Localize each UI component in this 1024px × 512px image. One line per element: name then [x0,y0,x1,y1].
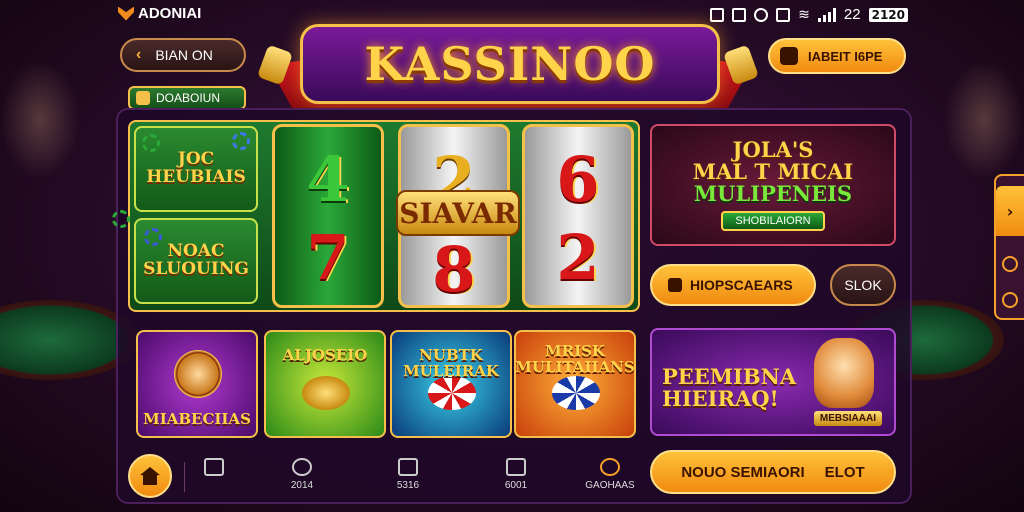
game-tile-4[interactable]: MRISK MULITAIIANS [514,330,636,438]
promo-bottom-tag: MEBSIAAAI [813,411,882,426]
category-chip-label: DOABOIUN [156,91,221,105]
gallery-icon [776,7,791,22]
side-game-label-1: JOC HEUBIAIS [146,149,246,187]
promo-top-line-1: JOLA'S [732,136,814,162]
promo-card-top[interactable]: JOLA'S MAL T MICAI MULIPENEIS SHOBILAIOR… [650,124,896,246]
game-tile-2[interactable]: ALJOSEIO [264,330,386,438]
promo-bottom-line-1: PEEMIBNA [662,364,797,389]
nav-item-5-label: GAOHAAS [585,480,635,491]
signal-icon [817,7,836,22]
reel-win-banner: SIAVAR [396,190,520,236]
document-icon [506,458,526,476]
notification-icon [732,7,747,22]
game-tile-2-label: ALJOSEIO [282,346,368,364]
sim-icon [710,7,725,22]
promo-header-label: IABEIT I6PE [808,48,883,64]
casino-chip-icon [112,210,130,228]
dog-mascot-icon [814,338,874,408]
reel-3: 6 2 [522,124,634,308]
home-button[interactable] [128,454,172,498]
promo-card-bottom[interactable]: PEEMIBNA HIEIRAQ! MEBSIAAAI [650,328,896,436]
red-chip-icon [428,376,476,410]
side-game-label-2: NOAC SLUOUING [143,241,249,279]
battery-indicator: 2120 [868,7,908,22]
clock-time: 22 [843,6,861,23]
chip-icon [136,91,150,105]
chat-bubble-icon [292,458,312,476]
chat-icon [204,458,224,476]
background-light-left [0,60,80,180]
new-slot-button-suffix: ELOT [824,463,865,481]
category-chip[interactable]: DOABOIUN [128,86,246,110]
back-button-label: BIAN ON [155,47,213,63]
promo-top-button[interactable]: SHOBILAIORN [721,211,825,232]
promotions-button[interactable]: HIOPSCAEARS [650,264,816,306]
promo-top-line-2: MAL T MICAI [692,158,854,184]
casino-chip-icon [142,134,160,152]
nav-item-3[interactable]: 5316 [378,458,438,491]
reel-1-symbol-top: 4 [306,143,350,216]
roulette-dog-icon [174,350,222,398]
nav-item-5[interactable]: GAOHAAS [580,458,640,491]
home-icon [140,467,160,485]
gift-icon [780,47,798,65]
game-tile-3[interactable]: NUBTK MULEIRAK [390,330,512,438]
new-slot-button-label: NOUO SEMIAORI [681,463,805,481]
promo-header-button[interactable]: IABEIT I6PE [768,38,906,74]
game-tile-1[interactable]: MIABECIIAS [136,330,258,438]
gear-icon [600,458,620,476]
game-tile-1-label: MIABECIIAS [143,410,251,429]
settings-icon[interactable] [1002,256,1018,272]
status-icons: ≋ 22 2120 [710,6,908,23]
alarm-icon [754,7,769,22]
nav-item-4[interactable]: 6001 [486,458,546,491]
game-tile-3-label: NUBTK MULEIRAK [403,346,499,380]
nav-item-1[interactable] [184,458,244,476]
casino-chip-icon [144,228,162,246]
reel-1: 4 7 [272,124,384,308]
blue-chip-icon [552,376,600,410]
game-tile-4-label: MRISK MULITAIIANS [515,342,635,376]
reel-3-symbol-top: 6 [556,143,600,216]
slot-button[interactable]: SLOK [830,264,896,306]
side-menu: › [994,174,1024,320]
game-title-banner: KASSINOO [300,24,720,104]
new-slot-button[interactable]: NOUO SEMIAORI ELOT [650,450,896,494]
promo-bottom-line-2: HIEIRAQ! [662,386,779,412]
promo-top-line-3: MULIPENEIS [693,181,853,207]
brand-logo-icon [118,6,134,21]
promotions-button-label: HIOPSCAEARS [690,277,793,293]
back-button[interactable]: ‹ BIAN ON [120,38,246,72]
reel-3-symbol-bottom: 2 [556,221,600,294]
promotions-icon [668,278,682,292]
clock-icon [398,458,418,476]
back-arrow-icon: ‹ [136,46,142,63]
reel-2-symbol-bottom: 8 [432,233,476,306]
side-menu-expand-button[interactable]: › [996,186,1024,236]
nav-item-2-label: 2014 [290,480,314,491]
nav-item-2[interactable]: 2014 [272,458,332,491]
background-light-right [944,60,1024,180]
game-title: KASSINOO [364,37,656,91]
brand: ADONIAI [118,5,201,22]
wifi-icon: ≋ [798,6,810,23]
nav-item-3-label: 5316 [396,480,420,491]
promo-top-title: JOLA'S MAL T MICAI MULIPENEIS [692,136,854,207]
reel-1-symbol-bottom: 7 [306,221,350,294]
nav-item-4-label: 6001 [504,480,528,491]
roulette-wheel-icon [302,376,350,410]
casino-chip-icon [232,132,250,150]
refresh-icon[interactable] [1002,292,1018,308]
reel-win-banner-label: SIAVAR [399,196,517,230]
promo-bottom-title: PEEMIBNA HIEIRAQ! [662,364,797,412]
brand-name: ADONIAI [138,5,202,22]
